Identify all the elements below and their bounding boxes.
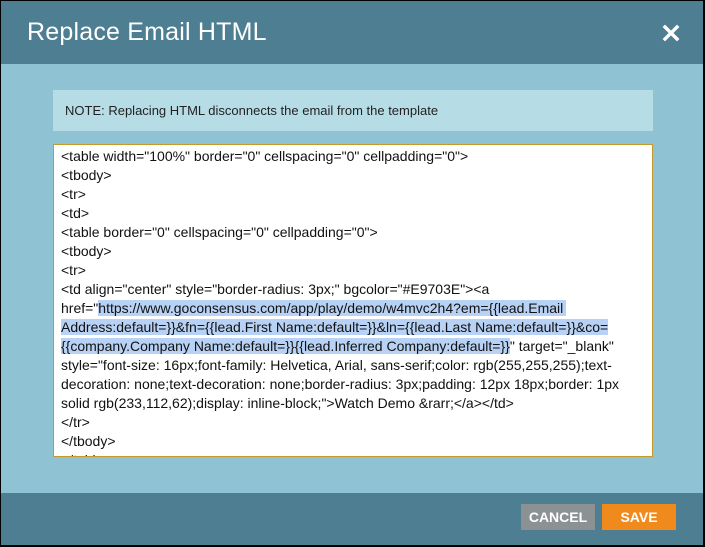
code-line: </tr> [61, 414, 90, 430]
html-editor[interactable]: <table width="100%" border="0" cellspaci… [53, 144, 653, 457]
note-banner: NOTE: Replacing HTML disconnects the ema… [53, 90, 653, 131]
code-line: <tbody> [61, 167, 112, 183]
replace-email-html-dialog: Replace Email HTML NOTE: Replacing HTML … [1, 1, 703, 545]
code-line: <tr> [61, 262, 86, 278]
code-line: </table> [61, 451, 647, 456]
close-icon[interactable] [659, 21, 683, 45]
dialog-title: Replace Email HTML [27, 18, 267, 46]
code-line: <table border="0" cellspacing="0" cellpa… [61, 224, 378, 240]
code-line: <table width="100%" border="0" cellspaci… [61, 148, 469, 164]
dialog-header: Replace Email HTML [1, 1, 703, 64]
selected-url-text: https://www.goconsensus.com/app/play/dem… [61, 300, 609, 354]
code-line: <td> [61, 205, 90, 221]
close-icon-glyph [662, 24, 680, 42]
html-code-text[interactable]: <table width="100%" border="0" cellspaci… [61, 147, 647, 456]
save-button[interactable]: SAVE [602, 504, 676, 530]
dialog-footer: CANCEL SAVE [1, 493, 703, 545]
code-line: <td align="center" style="border-radius:… [61, 281, 623, 411]
code-line: <tr> [61, 186, 86, 202]
code-line: </tbody> [61, 433, 116, 449]
cancel-button[interactable]: CANCEL [521, 504, 595, 530]
code-line: <tbody> [61, 243, 112, 259]
